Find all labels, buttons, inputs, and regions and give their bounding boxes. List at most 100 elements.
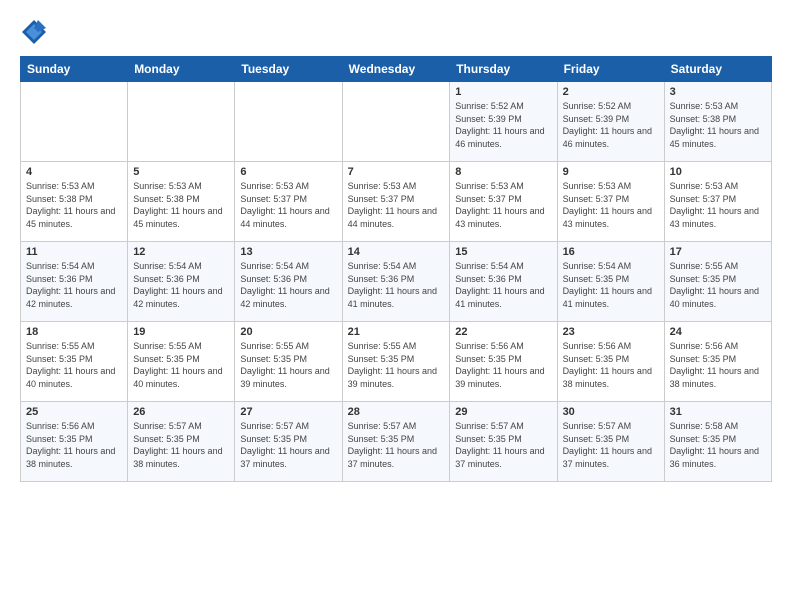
calendar-empty-cell — [235, 82, 342, 162]
logo — [20, 18, 52, 46]
day-number: 9 — [563, 166, 659, 178]
day-info: Sunrise: 5:54 AM Sunset: 5:36 PM Dayligh… — [133, 260, 229, 310]
weekday-header-saturday: Saturday — [664, 57, 771, 82]
day-number: 17 — [670, 246, 766, 258]
day-info: Sunrise: 5:55 AM Sunset: 5:35 PM Dayligh… — [348, 340, 445, 390]
calendar-week-row: 18 Sunrise: 5:55 AM Sunset: 5:35 PM Dayli… — [21, 322, 772, 402]
day-number: 6 — [240, 166, 336, 178]
day-info: Sunrise: 5:55 AM Sunset: 5:35 PM Dayligh… — [133, 340, 229, 390]
day-info: Sunrise: 5:53 AM Sunset: 5:37 PM Dayligh… — [348, 180, 445, 230]
day-info: Sunrise: 5:55 AM Sunset: 5:35 PM Dayligh… — [240, 340, 336, 390]
day-info: Sunrise: 5:54 AM Sunset: 5:36 PM Dayligh… — [240, 260, 336, 310]
calendar-day-27: 27 Sunrise: 5:57 AM Sunset: 5:35 PM Dayli… — [235, 402, 342, 482]
day-info: Sunrise: 5:52 AM Sunset: 5:39 PM Dayligh… — [455, 100, 551, 150]
day-info: Sunrise: 5:58 AM Sunset: 5:35 PM Dayligh… — [670, 420, 766, 470]
calendar-day-21: 21 Sunrise: 5:55 AM Sunset: 5:35 PM Dayli… — [342, 322, 450, 402]
day-info: Sunrise: 5:53 AM Sunset: 5:37 PM Dayligh… — [563, 180, 659, 230]
day-number: 8 — [455, 166, 551, 178]
logo-icon — [20, 18, 48, 46]
day-number: 29 — [455, 406, 551, 418]
day-info: Sunrise: 5:54 AM Sunset: 5:36 PM Dayligh… — [26, 260, 122, 310]
weekday-header-sunday: Sunday — [21, 57, 128, 82]
calendar-day-11: 11 Sunrise: 5:54 AM Sunset: 5:36 PM Dayli… — [21, 242, 128, 322]
calendar-week-row: 11 Sunrise: 5:54 AM Sunset: 5:36 PM Dayli… — [21, 242, 772, 322]
calendar-week-row: 1 Sunrise: 5:52 AM Sunset: 5:39 PM Daylig… — [21, 82, 772, 162]
day-number: 4 — [26, 166, 122, 178]
day-info: Sunrise: 5:57 AM Sunset: 5:35 PM Dayligh… — [133, 420, 229, 470]
calendar-week-row: 25 Sunrise: 5:56 AM Sunset: 5:35 PM Dayli… — [21, 402, 772, 482]
day-number: 28 — [348, 406, 445, 418]
day-number: 18 — [26, 326, 122, 338]
calendar-empty-cell — [342, 82, 450, 162]
calendar-day-31: 31 Sunrise: 5:58 AM Sunset: 5:35 PM Dayli… — [664, 402, 771, 482]
day-info: Sunrise: 5:53 AM Sunset: 5:37 PM Dayligh… — [240, 180, 336, 230]
calendar-day-1: 1 Sunrise: 5:52 AM Sunset: 5:39 PM Daylig… — [450, 82, 557, 162]
calendar-day-7: 7 Sunrise: 5:53 AM Sunset: 5:37 PM Daylig… — [342, 162, 450, 242]
calendar-day-26: 26 Sunrise: 5:57 AM Sunset: 5:35 PM Dayli… — [128, 402, 235, 482]
day-number: 31 — [670, 406, 766, 418]
calendar-empty-cell — [21, 82, 128, 162]
day-number: 11 — [26, 246, 122, 258]
calendar-week-row: 4 Sunrise: 5:53 AM Sunset: 5:38 PM Daylig… — [21, 162, 772, 242]
weekday-header-tuesday: Tuesday — [235, 57, 342, 82]
day-number: 25 — [26, 406, 122, 418]
calendar-day-4: 4Sunrise: 5:53 AM Sunset: 5:38 PM Daylig… — [21, 162, 128, 242]
day-info: Sunrise: 5:56 AM Sunset: 5:35 PM Dayligh… — [26, 420, 122, 470]
calendar-day-13: 13 Sunrise: 5:54 AM Sunset: 5:36 PM Dayli… — [235, 242, 342, 322]
day-number: 3 — [670, 86, 766, 98]
calendar-day-23: 23 Sunrise: 5:56 AM Sunset: 5:35 PM Dayli… — [557, 322, 664, 402]
calendar-day-29: 29Sunrise: 5:57 AM Sunset: 5:35 PM Dayli… — [450, 402, 557, 482]
day-info: Sunrise: 5:54 AM Sunset: 5:35 PM Dayligh… — [563, 260, 659, 310]
day-number: 22 — [455, 326, 551, 338]
day-number: 12 — [133, 246, 229, 258]
day-info: Sunrise: 5:56 AM Sunset: 5:35 PM Dayligh… — [455, 340, 551, 390]
calendar-day-5: 5 Sunrise: 5:53 AM Sunset: 5:38 PM Daylig… — [128, 162, 235, 242]
day-number: 23 — [563, 326, 659, 338]
day-number: 21 — [348, 326, 445, 338]
calendar-day-24: 24Sunrise: 5:56 AM Sunset: 5:35 PM Dayli… — [664, 322, 771, 402]
weekday-header-thursday: Thursday — [450, 57, 557, 82]
calendar-day-17: 17 Sunrise: 5:55 AM Sunset: 5:35 PM Dayli… — [664, 242, 771, 322]
day-number: 30 — [563, 406, 659, 418]
calendar-day-14: 14 Sunrise: 5:54 AM Sunset: 5:36 PM Dayli… — [342, 242, 450, 322]
day-info: Sunrise: 5:57 AM Sunset: 5:35 PM Dayligh… — [563, 420, 659, 470]
day-number: 13 — [240, 246, 336, 258]
day-info: Sunrise: 5:53 AM Sunset: 5:38 PM Dayligh… — [133, 180, 229, 230]
calendar-day-16: 16 Sunrise: 5:54 AM Sunset: 5:35 PM Dayli… — [557, 242, 664, 322]
calendar-day-9: 9 Sunrise: 5:53 AM Sunset: 5:37 PM Daylig… — [557, 162, 664, 242]
day-info: Sunrise: 5:56 AM Sunset: 5:35 PM Dayligh… — [563, 340, 659, 390]
weekday-header-monday: Monday — [128, 57, 235, 82]
calendar-day-18: 18 Sunrise: 5:55 AM Sunset: 5:35 PM Dayli… — [21, 322, 128, 402]
weekday-header-wednesday: Wednesday — [342, 57, 450, 82]
calendar-empty-cell — [128, 82, 235, 162]
day-info: Sunrise: 5:55 AM Sunset: 5:35 PM Dayligh… — [26, 340, 122, 390]
header — [20, 18, 772, 46]
day-number: 27 — [240, 406, 336, 418]
day-info: Sunrise: 5:53 AM Sunset: 5:37 PM Dayligh… — [670, 180, 766, 230]
day-number: 1 — [455, 86, 551, 98]
day-info: Sunrise: 5:54 AM Sunset: 5:36 PM Dayligh… — [348, 260, 445, 310]
calendar-day-20: 20 Sunrise: 5:55 AM Sunset: 5:35 PM Dayli… — [235, 322, 342, 402]
day-number: 26 — [133, 406, 229, 418]
calendar-day-15: 15 Sunrise: 5:54 AM Sunset: 5:36 PM Dayli… — [450, 242, 557, 322]
calendar-day-28: 28 Sunrise: 5:57 AM Sunset: 5:35 PM Dayli… — [342, 402, 450, 482]
day-info: Sunrise: 5:55 AM Sunset: 5:35 PM Dayligh… — [670, 260, 766, 310]
calendar-header-row: SundayMondayTuesdayWednesdayThursdayFrid… — [21, 57, 772, 82]
day-number: 10 — [670, 166, 766, 178]
day-number: 20 — [240, 326, 336, 338]
day-info: Sunrise: 5:57 AM Sunset: 5:35 PM Dayligh… — [240, 420, 336, 470]
day-number: 16 — [563, 246, 659, 258]
calendar-day-25: 25 Sunrise: 5:56 AM Sunset: 5:35 PM Dayli… — [21, 402, 128, 482]
day-number: 19 — [133, 326, 229, 338]
day-info: Sunrise: 5:53 AM Sunset: 5:37 PM Dayligh… — [455, 180, 551, 230]
day-number: 7 — [348, 166, 445, 178]
day-info: Sunrise: 5:57 AM Sunset: 5:35 PM Dayligh… — [348, 420, 445, 470]
day-number: 24 — [670, 326, 766, 338]
day-info: Sunrise: 5:53 AM Sunset: 5:38 PM Dayligh… — [670, 100, 766, 150]
day-number: 15 — [455, 246, 551, 258]
day-info: Sunrise: 5:54 AM Sunset: 5:36 PM Dayligh… — [455, 260, 551, 310]
day-number: 5 — [133, 166, 229, 178]
day-info: Sunrise: 5:52 AM Sunset: 5:39 PM Dayligh… — [563, 100, 659, 150]
day-number: 14 — [348, 246, 445, 258]
calendar-day-10: 10 Sunrise: 5:53 AM Sunset: 5:37 PM Dayli… — [664, 162, 771, 242]
